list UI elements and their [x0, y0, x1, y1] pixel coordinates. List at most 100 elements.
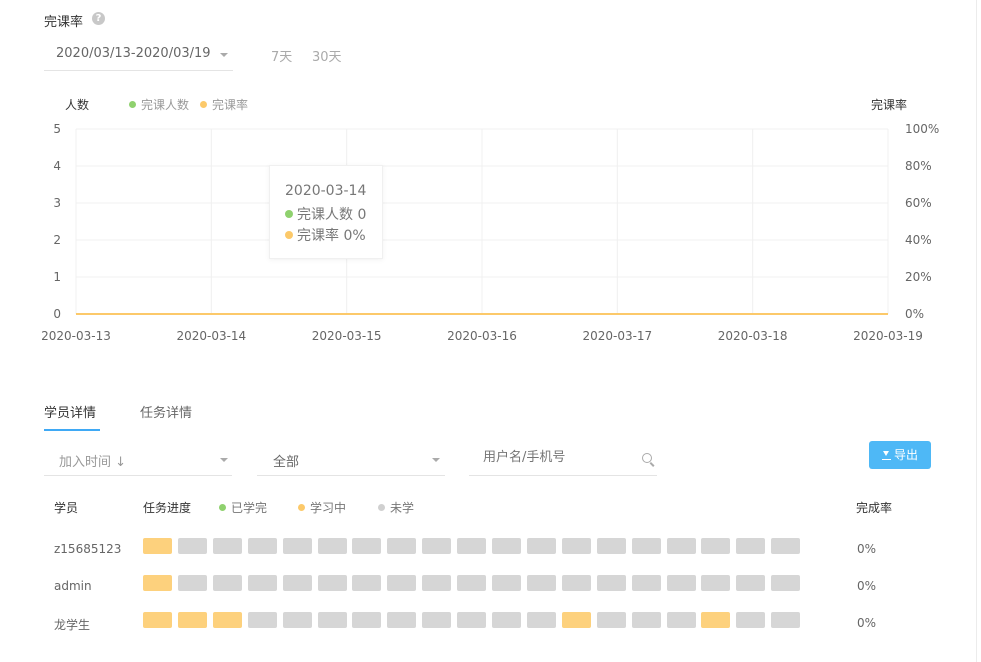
progress-block[interactable] — [212, 575, 242, 591]
student-name: 龙学生 — [54, 618, 91, 632]
progress-block[interactable] — [282, 538, 312, 554]
completion-rate: 0% — [857, 542, 877, 556]
status-dot-done — [219, 504, 226, 511]
progress-block[interactable] — [247, 575, 277, 591]
tooltip-date: 2020-03-14 — [285, 183, 367, 199]
progress-block[interactable] — [701, 612, 731, 628]
progress-block[interactable] — [422, 575, 452, 591]
progress-block[interactable] — [631, 575, 661, 591]
progress-block[interactable] — [631, 538, 661, 554]
status-dot-not-started — [378, 504, 385, 511]
progress-block[interactable] — [177, 538, 207, 554]
progress-block[interactable] — [212, 538, 242, 554]
chevron-down-icon — [432, 458, 440, 462]
progress-block[interactable] — [317, 612, 347, 628]
search-field[interactable] — [469, 444, 657, 476]
y-left-tick-label: 5 — [53, 122, 61, 136]
progress-block[interactable] — [317, 575, 347, 591]
progress-block[interactable] — [666, 612, 696, 628]
progress-block[interactable] — [701, 575, 731, 591]
y-right-tick-label: 0% — [905, 307, 924, 321]
progress-block[interactable] — [492, 575, 521, 591]
tooltip-count-row: 完课人数 0 — [285, 204, 366, 224]
y-right-tick-label: 60% — [905, 196, 932, 210]
completion-rate: 0% — [857, 616, 877, 630]
status-value: 全部 — [273, 455, 300, 470]
progress-block[interactable] — [596, 538, 626, 554]
progress-block[interactable] — [247, 538, 277, 554]
sort-select[interactable]: 加入时间 ↓ — [44, 444, 232, 476]
table-row: 龙学生 0% — [0, 604, 976, 638]
progress-block[interactable] — [177, 575, 207, 591]
progress-block[interactable] — [457, 612, 487, 628]
progress-block[interactable] — [422, 612, 452, 628]
progress-block[interactable] — [526, 612, 556, 628]
progress-block[interactable] — [526, 575, 556, 591]
progress-block[interactable] — [282, 612, 312, 628]
progress-block[interactable] — [561, 538, 591, 554]
progress-block[interactable] — [143, 538, 172, 554]
progress-block[interactable] — [352, 575, 382, 591]
x-tick-label: 2020-03-17 — [582, 329, 652, 343]
export-label: 导出 — [893, 448, 918, 462]
download-icon — [881, 451, 891, 460]
progress-block[interactable] — [526, 538, 556, 554]
chevron-down-icon — [220, 458, 228, 462]
col-student: 学员 — [54, 501, 79, 515]
table-row: z15685123 0% — [0, 530, 976, 564]
search-input[interactable] — [481, 449, 635, 466]
sort-value: 加入时间 ↓ — [59, 455, 127, 470]
tab-student-details[interactable]: 学员详情 — [44, 402, 96, 421]
progress-block[interactable] — [492, 612, 521, 628]
progress-block[interactable] — [771, 575, 801, 591]
progress-block[interactable] — [317, 538, 347, 554]
progress-block[interactable] — [457, 538, 487, 554]
status-label-not-started: 未学 — [390, 501, 415, 515]
progress-block[interactable] — [143, 575, 172, 591]
export-button[interactable]: 导出 — [869, 441, 931, 469]
progress-block[interactable] — [143, 612, 172, 628]
tab-active-indicator — [44, 429, 100, 431]
progress-blocks — [143, 575, 803, 591]
y-right-tick-label: 80% — [905, 159, 932, 173]
progress-block[interactable] — [212, 612, 242, 628]
progress-block[interactable] — [736, 612, 766, 628]
student-name: z15685123 — [54, 542, 122, 556]
progress-block[interactable] — [387, 538, 417, 554]
y-left-tick-label: 1 — [53, 270, 61, 284]
x-tick-label: 2020-03-14 — [176, 329, 246, 343]
progress-block[interactable] — [352, 538, 382, 554]
progress-block[interactable] — [457, 575, 487, 591]
progress-block[interactable] — [282, 575, 312, 591]
progress-blocks — [143, 538, 803, 554]
progress-block[interactable] — [596, 612, 626, 628]
progress-block[interactable] — [596, 575, 626, 591]
progress-block[interactable] — [561, 612, 591, 628]
progress-block[interactable] — [422, 538, 452, 554]
tooltip-count-label: 完课人数 — [297, 207, 353, 223]
progress-block[interactable] — [352, 612, 382, 628]
tab-task-details[interactable]: 任务详情 — [140, 402, 192, 421]
progress-block[interactable] — [666, 575, 696, 591]
status-label-learning: 学习中 — [310, 501, 347, 515]
progress-block[interactable] — [247, 612, 277, 628]
status-legend-learning: 学习中 — [298, 499, 346, 516]
progress-block[interactable] — [492, 538, 521, 554]
progress-block[interactable] — [736, 538, 766, 554]
y-left-tick-label: 4 — [53, 159, 61, 173]
progress-block[interactable] — [771, 612, 801, 628]
progress-block[interactable] — [736, 575, 766, 591]
progress-block[interactable] — [666, 538, 696, 554]
tooltip-count-value: 0 — [357, 207, 367, 223]
tooltip-rate-dot — [285, 231, 293, 239]
progress-block[interactable] — [387, 575, 417, 591]
progress-block[interactable] — [701, 538, 731, 554]
progress-block[interactable] — [631, 612, 661, 628]
progress-block[interactable] — [561, 575, 591, 591]
y-left-tick-label: 3 — [53, 196, 61, 210]
progress-block[interactable] — [387, 612, 417, 628]
progress-block[interactable] — [771, 538, 801, 554]
search-icon[interactable] — [642, 453, 652, 463]
status-select[interactable]: 全部 — [257, 444, 445, 476]
progress-block[interactable] — [177, 612, 207, 628]
